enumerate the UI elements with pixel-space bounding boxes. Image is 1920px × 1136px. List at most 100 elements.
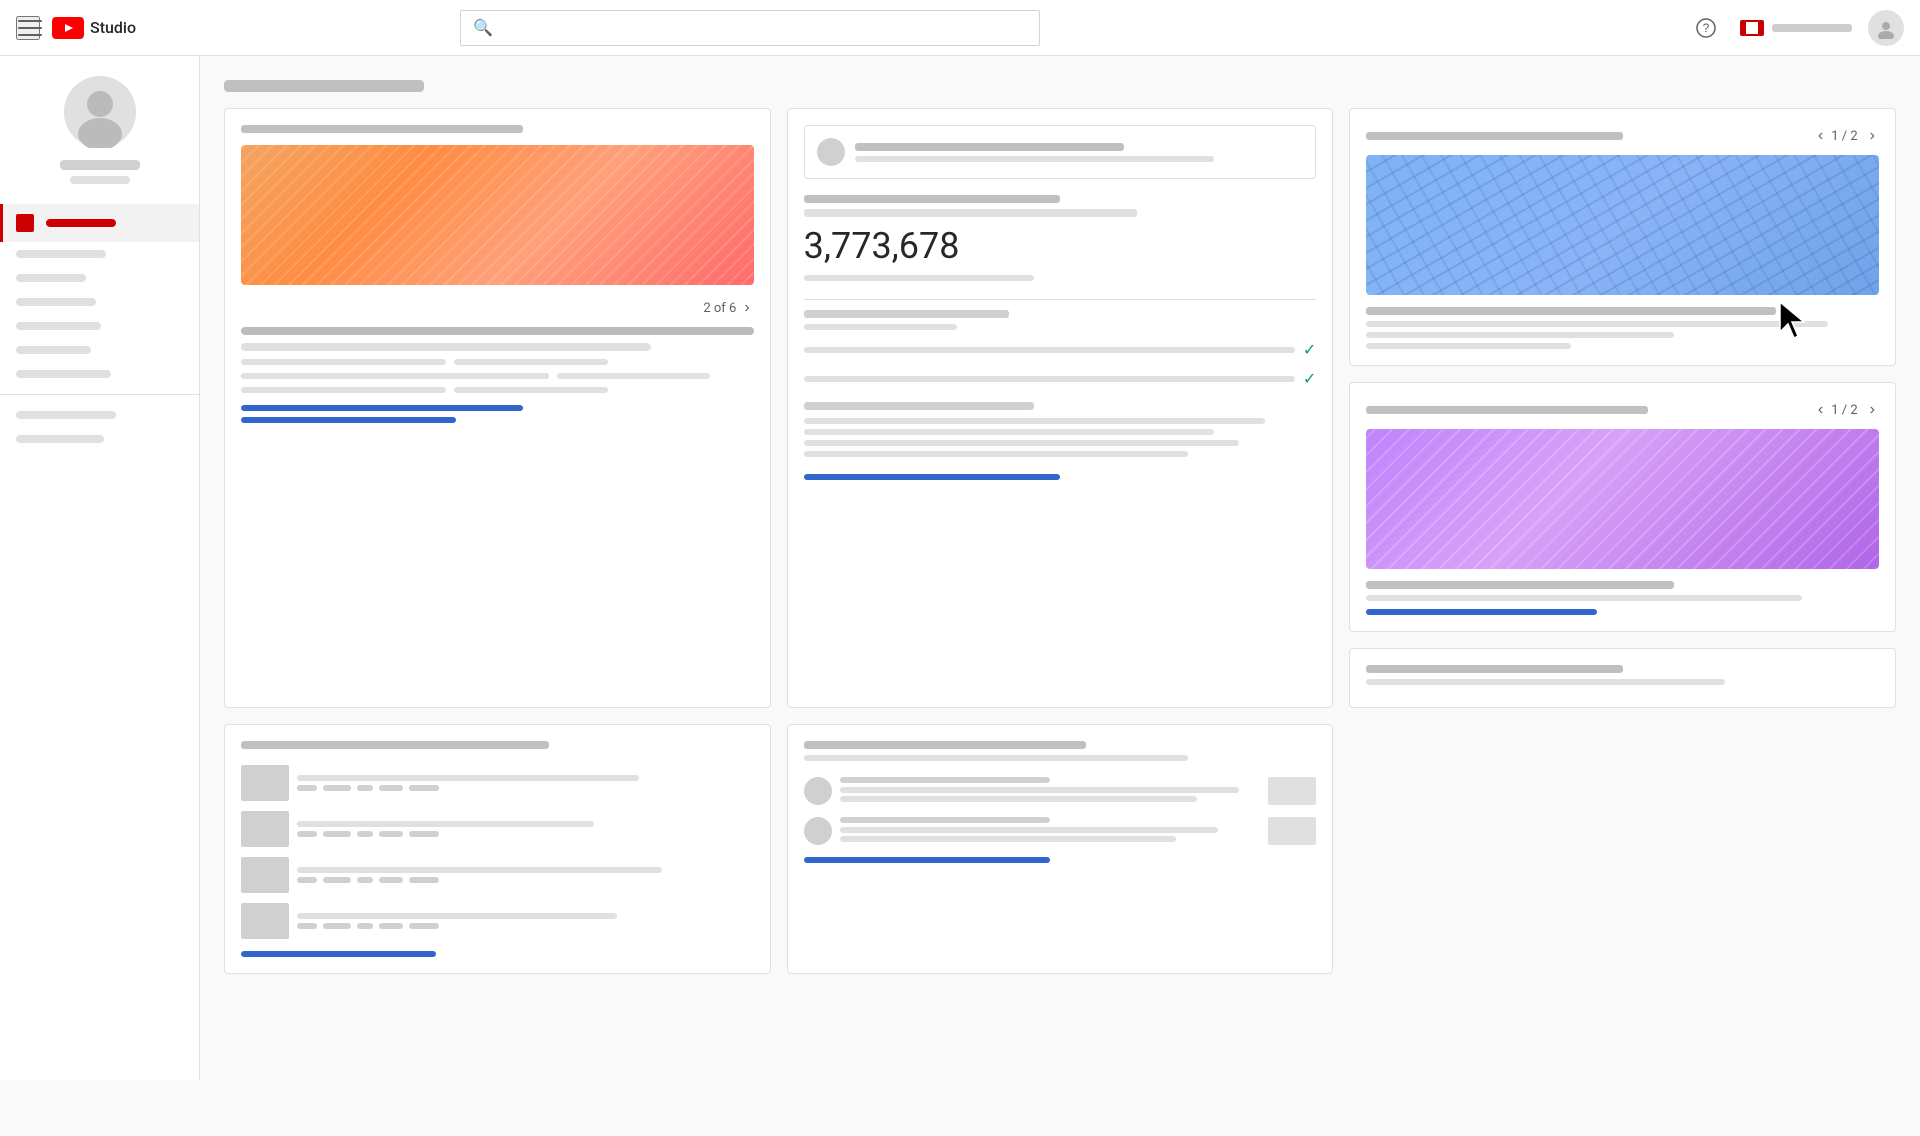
check-icon-1: ✓: [1303, 340, 1316, 359]
card3-title: [1366, 132, 1622, 140]
s4a: [297, 923, 317, 929]
search-bar[interactable]: 🔍: [460, 10, 1040, 46]
card-list-title: [241, 741, 549, 749]
card1-next-arrow[interactable]: ›: [740, 297, 753, 319]
comment-action-2[interactable]: [1268, 817, 1316, 845]
card2-lower-label: [804, 402, 1035, 410]
sidebar-item-content[interactable]: [0, 242, 199, 266]
header-left: Studio: [16, 16, 136, 40]
card3-row3: [1366, 332, 1674, 338]
logo: Studio: [52, 17, 136, 39]
s4d: [379, 923, 403, 929]
comment-name-2: [840, 817, 1050, 823]
sidebar: [0, 56, 200, 1080]
card2-divider: [804, 299, 1317, 300]
card2-channel-sub: [855, 156, 1214, 162]
youtube-icon: [52, 17, 84, 39]
card2-section-sub: [804, 324, 958, 330]
list-item-2: [241, 811, 754, 847]
card4-thumbnail: [1366, 429, 1879, 569]
card2-lower-section: [804, 402, 1317, 462]
card-purple-thumb: ‹ 1 / 2 ›: [1349, 382, 1896, 632]
card2-stat-label: [804, 195, 1060, 203]
list-bar3a: [297, 867, 662, 873]
list-detail-4: [297, 913, 754, 929]
sidebar-item-analytics[interactable]: [0, 266, 199, 290]
card1-row5a: [241, 387, 446, 393]
card2-channel-info: [855, 143, 1304, 162]
s3c: [357, 877, 373, 883]
card3-next-arrow[interactable]: ›: [1866, 125, 1879, 147]
list-bar1a: [297, 775, 639, 781]
audio-label: [16, 435, 104, 443]
check-icon-2: ✓: [1303, 369, 1316, 388]
card1-progress2: [241, 417, 754, 423]
help-button[interactable]: ?: [1688, 10, 1724, 46]
card3-prev-arrow[interactable]: ‹: [1814, 125, 1827, 147]
card2-lower-row1: [804, 418, 1265, 424]
avatar: [64, 76, 136, 148]
card1-title: [241, 125, 523, 133]
comments-subtitle: [804, 755, 1189, 761]
card4-prev-arrow[interactable]: ‹: [1814, 399, 1827, 421]
card1-row4b: [557, 373, 711, 379]
channel-sub-bar: [70, 176, 130, 184]
s2d: [379, 831, 403, 837]
avatar-section: [0, 56, 199, 196]
account-button[interactable]: [1868, 10, 1904, 46]
comment-text1-1: [840, 787, 1240, 793]
comment-row-2: [804, 817, 1317, 845]
list-item-1: [241, 765, 754, 801]
comment-action-1[interactable]: [1268, 777, 1316, 805]
card1-progress1-fill: [241, 405, 523, 411]
card1-row2: [241, 343, 651, 351]
card4-pagination-text: 1 / 2: [1831, 403, 1857, 418]
s3d: [379, 877, 403, 883]
list-item-3: [241, 857, 754, 893]
list-bar4a: [297, 913, 617, 919]
channel-name-bar: [60, 160, 140, 170]
s2c: [357, 831, 373, 837]
card4-row1: [1366, 581, 1674, 589]
list-thumb-3: [241, 857, 289, 893]
card3-header: ‹ 1 / 2 ›: [1366, 125, 1879, 147]
card2-avatar: [817, 138, 845, 166]
sidebar-item-audio[interactable]: [0, 427, 199, 451]
list-detail-3: [297, 867, 754, 883]
dashboard-icon: [16, 214, 34, 232]
card3-row1: [1366, 307, 1776, 315]
card2-channel-name: [855, 143, 1124, 151]
sidebar-item-subtitles[interactable]: [0, 314, 199, 338]
card1-row1: [241, 327, 754, 335]
s2b: [323, 831, 351, 837]
list-stats1: [297, 785, 754, 791]
list-thumb-1: [241, 765, 289, 801]
card2-channel-row: [804, 125, 1317, 179]
card4-next-arrow[interactable]: ›: [1866, 399, 1879, 421]
s4e: [409, 923, 439, 929]
card1-progress-bars: [241, 405, 754, 423]
search-icon: 🔍: [473, 18, 493, 37]
sidebar-item-comments[interactable]: [0, 290, 199, 314]
s1e: [409, 785, 439, 791]
header: Studio 🔍 ?: [0, 0, 1920, 56]
comment-content-1: [840, 777, 1261, 805]
sidebar-item-monetization[interactable]: [0, 362, 199, 386]
card2-stat-section: 3,773,678: [804, 191, 1317, 299]
card3-row4: [1366, 343, 1571, 349]
search-input[interactable]: [501, 20, 1027, 36]
header-right: ?: [1688, 10, 1904, 46]
list-stats2: [297, 831, 754, 837]
sidebar-item-customization[interactable]: [0, 403, 199, 427]
card4-progress-section: [1366, 609, 1879, 615]
list-progress-fill: [241, 951, 436, 957]
subtitles-label: [16, 322, 101, 330]
sidebar-item-copyright[interactable]: [0, 338, 199, 362]
sidebar-item-dashboard[interactable]: [0, 204, 199, 242]
card2-progress: [804, 474, 1060, 480]
hamburger-button[interactable]: [16, 16, 40, 40]
card2-stat-sub: [804, 275, 1035, 281]
list-stats3: [297, 877, 754, 883]
list-detail-2: [297, 821, 754, 837]
content-label: [16, 250, 106, 258]
